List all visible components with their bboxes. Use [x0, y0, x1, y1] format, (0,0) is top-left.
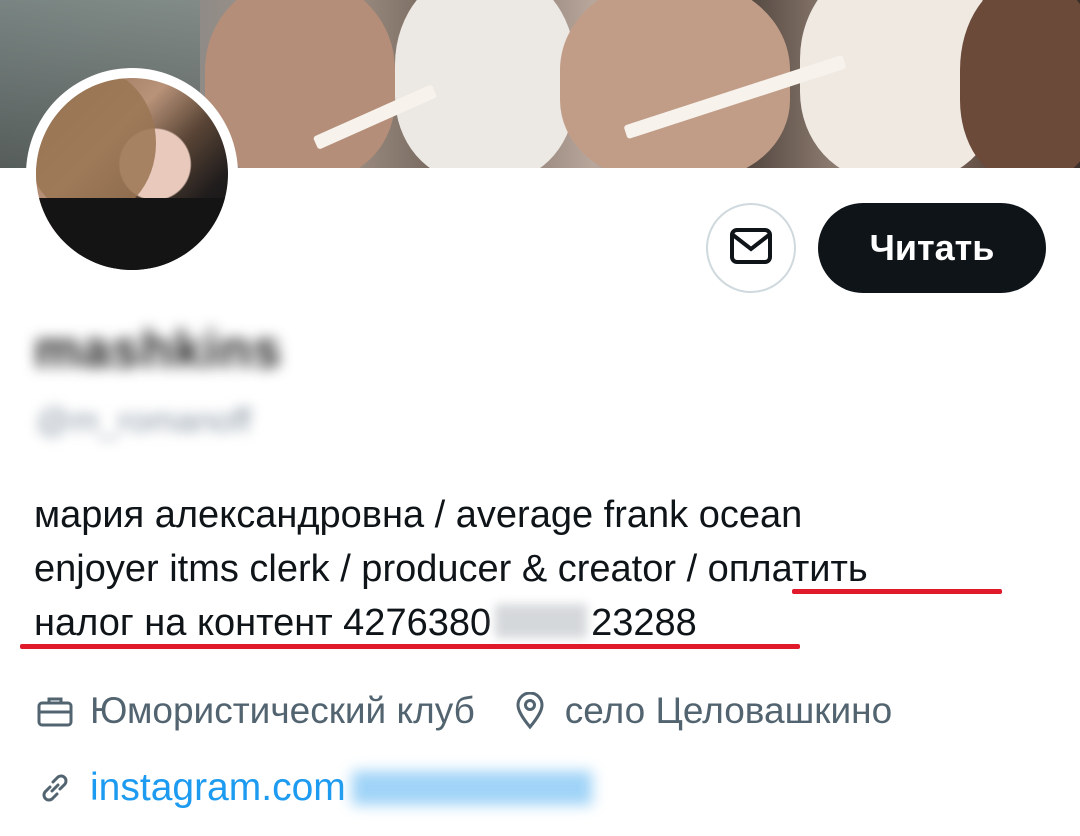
bio-card-end: 23288: [591, 602, 697, 644]
user-handle: @m_romanoff: [36, 402, 252, 440]
profile-link-redacted[interactable]: [351, 771, 592, 805]
avatar-clothing: [36, 198, 228, 270]
bio-line: налог на контент 4276380 23288: [34, 596, 1044, 650]
profile-link-row[interactable]: instagram.com: [34, 766, 592, 810]
profile-meta: Юмористический клуб село Целовашкино: [34, 690, 892, 732]
profile-bio: мария александровна / average frank ocea…: [34, 488, 1044, 650]
avatar-image: [36, 78, 228, 270]
bio-line: мария александровна / average frank ocea…: [34, 494, 803, 536]
redacted-block: [495, 604, 588, 638]
follow-button[interactable]: Читать: [818, 203, 1046, 293]
avatar-hair: [36, 78, 156, 218]
banner-figure: [960, 0, 1080, 168]
banner-figure: [395, 0, 575, 168]
envelope-icon: [729, 227, 773, 270]
location-pin-icon: [509, 690, 551, 732]
bio-line: enjoyer itms clerk / producer & creator …: [34, 548, 868, 590]
profile-link[interactable]: instagram.com: [90, 766, 346, 810]
display-name: mashkins: [34, 321, 282, 379]
link-icon: [34, 767, 76, 809]
red-underline: [792, 589, 1002, 594]
briefcase-icon: [34, 690, 76, 732]
red-underline: [20, 644, 800, 649]
message-button[interactable]: [706, 203, 796, 293]
work-text: Юмористический клуб: [90, 690, 475, 731]
avatar[interactable]: [26, 68, 238, 280]
location-text: село Целовашкино: [564, 690, 893, 731]
bio-card-start: налог на контент 4276380: [34, 602, 492, 644]
